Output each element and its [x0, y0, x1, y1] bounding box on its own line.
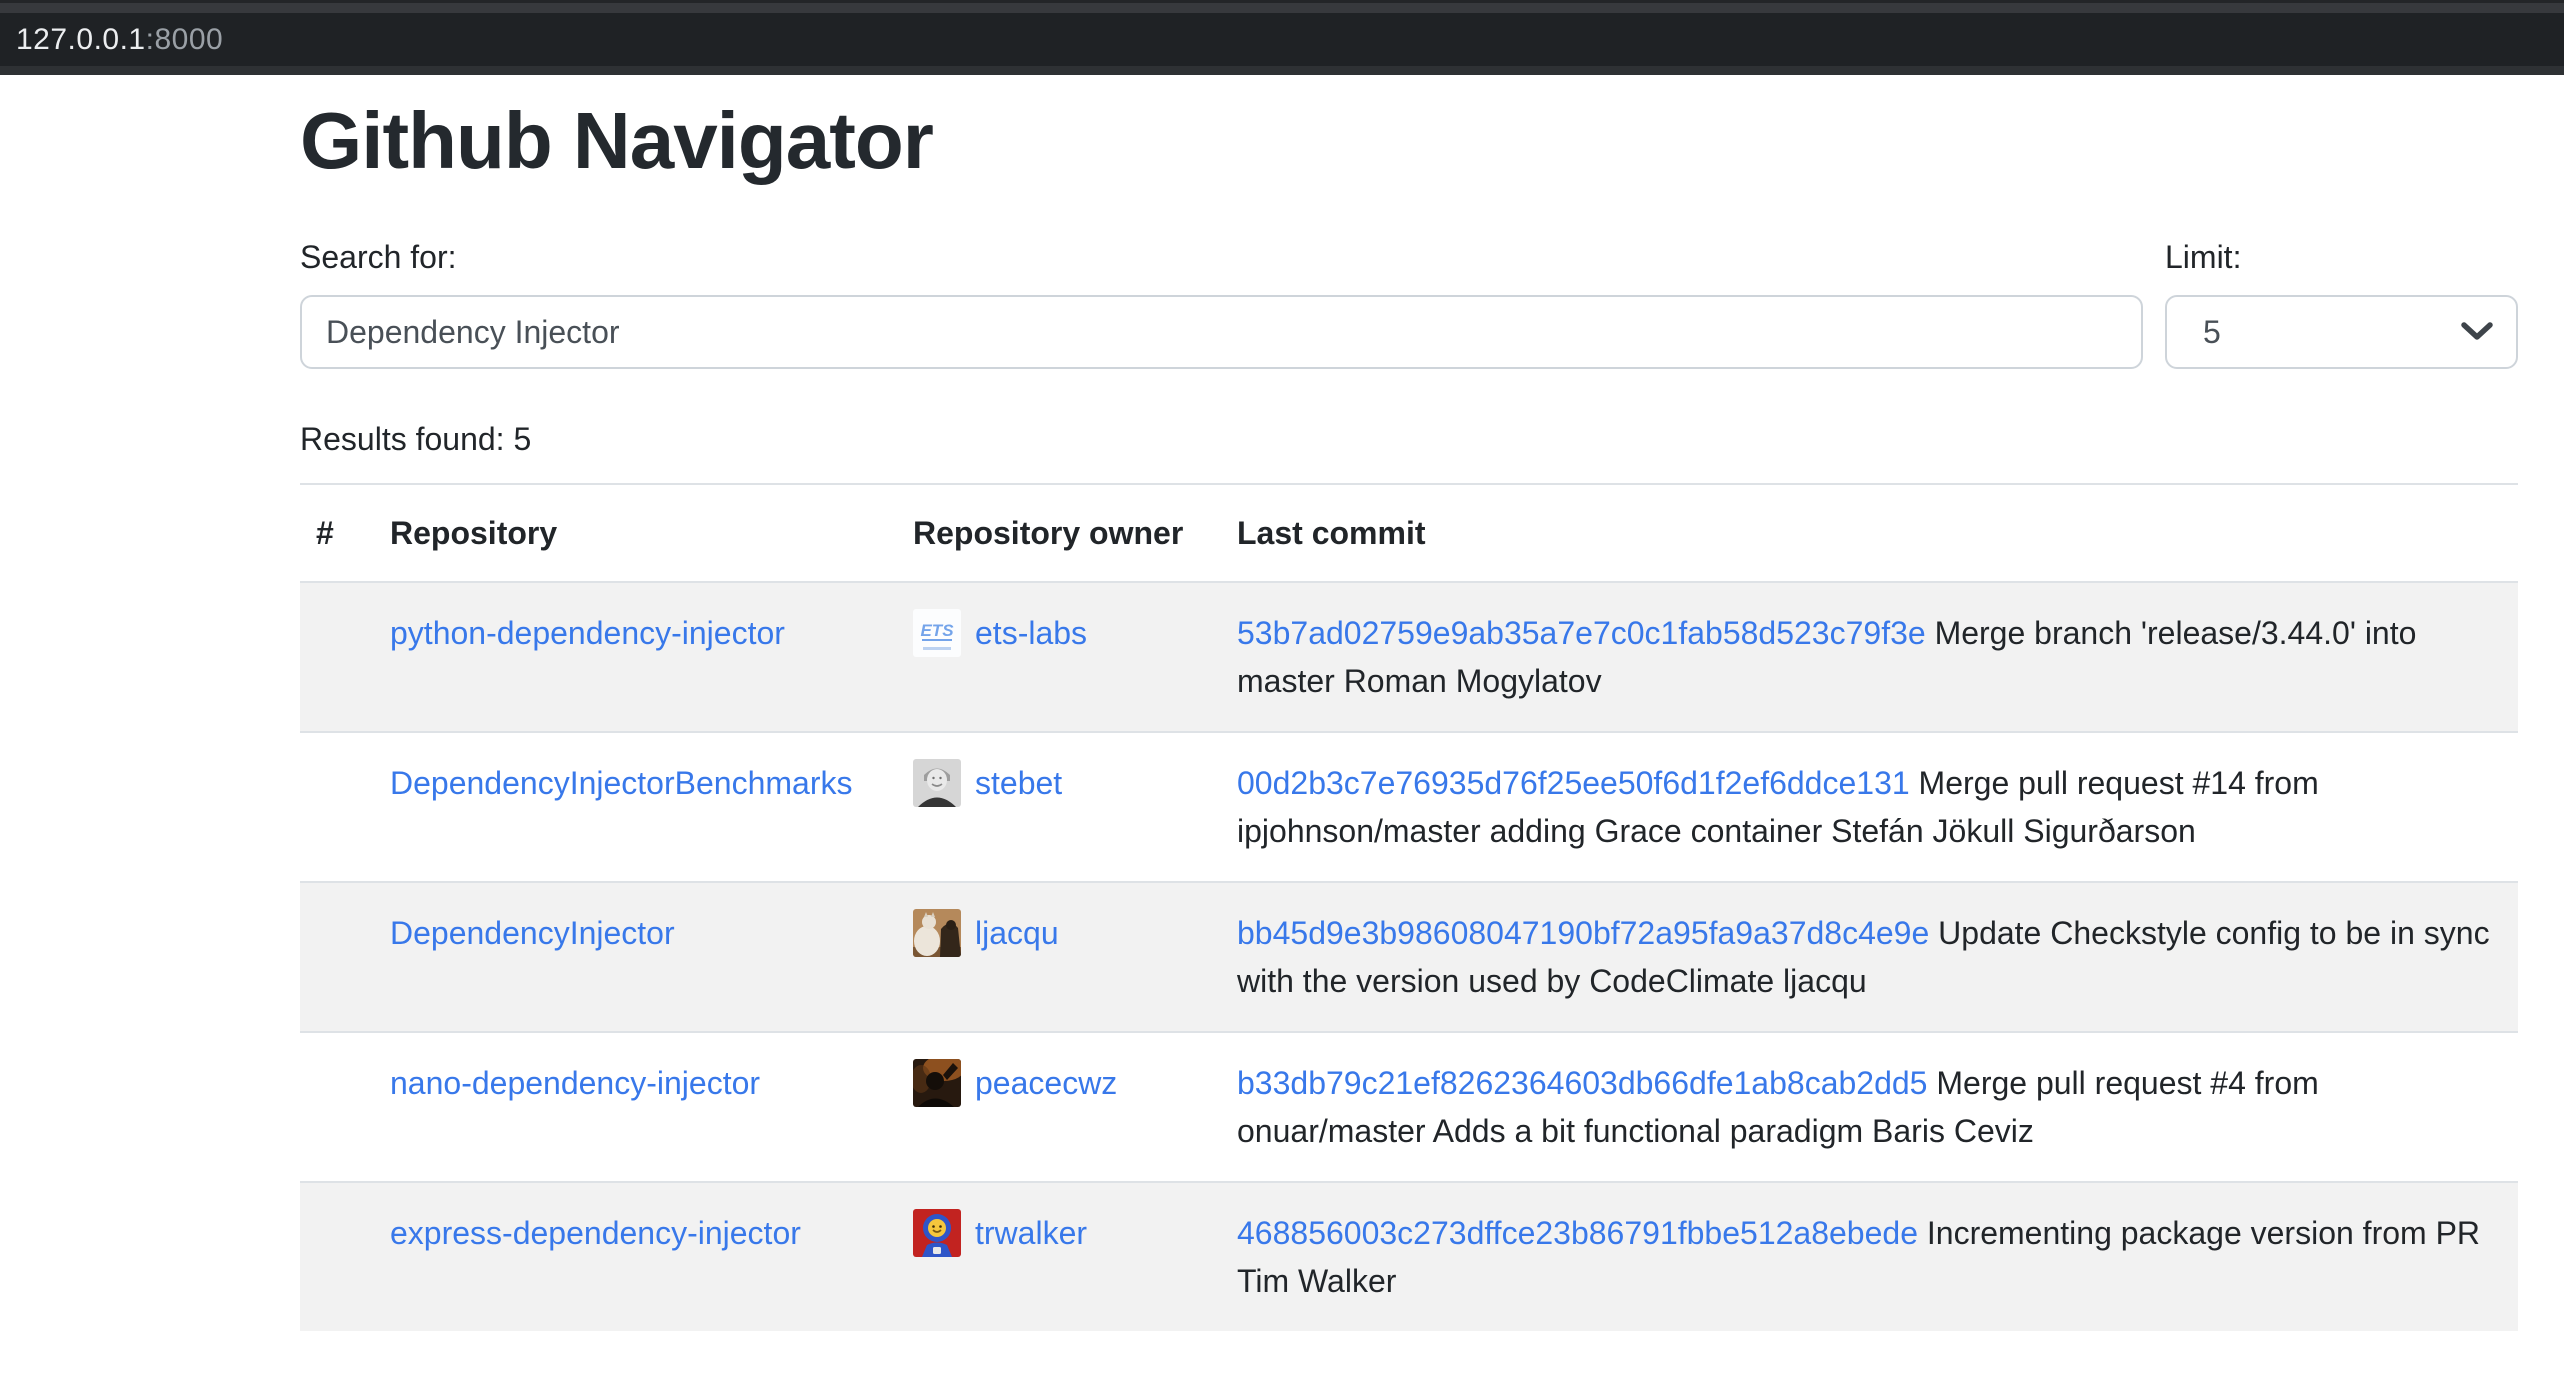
search-input[interactable]: [300, 295, 2143, 369]
ljacqu-cats-photo-avatar: [913, 909, 961, 957]
tab-strip: [0, 3, 2564, 13]
commit-hash-link[interactable]: 00d2b3c7e76935d76f25ee50f6d1f2ef6ddce131: [1237, 765, 1910, 801]
commit-hash-link[interactable]: b33db79c21ef8262364603db66dfe1ab8cab2dd5: [1237, 1065, 1927, 1101]
table-row: DependencyInjectorBenchmarks stebet: [300, 732, 2518, 882]
peacecwz-portrait-avatar: [913, 1059, 961, 1107]
owner-link[interactable]: stebet: [975, 759, 1062, 807]
row-index: [300, 582, 374, 732]
svg-text:ETS: ETS: [920, 621, 954, 640]
repository-link[interactable]: python-dependency-injector: [390, 615, 785, 651]
table-header-row: # Repository Repository owner Last commi…: [300, 484, 2518, 582]
repository-link[interactable]: DependencyInjectorBenchmarks: [390, 765, 852, 801]
page-title: Github Navigator: [300, 93, 2518, 189]
table-row: nano-dependency-injector peacecwz: [300, 1032, 2518, 1182]
search-form: Search for: Limit: 5: [300, 235, 2518, 369]
browser-chrome: 127.0.0.1:8000: [0, 0, 2564, 75]
commit-hash-link[interactable]: 53b7ad02759e9ab35a7e7c0c1fab58d523c79f3e: [1237, 615, 1926, 651]
stebet-portrait-avatar: [913, 759, 961, 807]
trwalker-lego-avatar: [913, 1209, 961, 1257]
row-index: [300, 732, 374, 882]
page-container: Github Navigator Search for: Limit: 5 Re…: [300, 93, 2518, 1331]
row-index: [300, 882, 374, 1032]
commit-hash-link[interactable]: 468856003c273dffce23b86791fbbe512a8ebede: [1237, 1215, 1918, 1251]
limit-select[interactable]: 5: [2165, 295, 2518, 369]
toolbar-divider: [0, 66, 2564, 75]
owner-link[interactable]: ets-labs: [975, 609, 1087, 657]
table-row: DependencyInjector lja: [300, 882, 2518, 1032]
table-row: express-dependency-injector: [300, 1182, 2518, 1331]
limit-label: Limit:: [2165, 235, 2518, 279]
column-header-repository: Repository: [374, 484, 897, 582]
repository-link[interactable]: express-dependency-injector: [390, 1215, 801, 1251]
results-count: Results found: 5: [300, 415, 2518, 463]
repository-link[interactable]: DependencyInjector: [390, 915, 675, 951]
column-header-number: #: [300, 484, 374, 582]
search-field-group: Search for:: [300, 235, 2143, 369]
address-bar[interactable]: 127.0.0.1:8000: [0, 13, 2564, 66]
search-label: Search for:: [300, 235, 2143, 279]
owner-link[interactable]: trwalker: [975, 1209, 1087, 1257]
results-table: # Repository Repository owner Last commi…: [300, 483, 2518, 1331]
commit-hash-link[interactable]: bb45d9e3b98608047190bf72a95fa9a37d8c4e9e: [1237, 915, 1929, 951]
row-index: [300, 1182, 374, 1331]
limit-field-group: Limit: 5: [2165, 235, 2518, 369]
ets-labs-logo-avatar: ETS: [913, 609, 961, 657]
url-host: 127.0.0.1: [16, 23, 146, 57]
column-header-last-commit: Last commit: [1221, 484, 2518, 582]
table-row: python-dependency-injector ETS ets-labs …: [300, 582, 2518, 732]
owner-link[interactable]: peacecwz: [975, 1059, 1117, 1107]
column-header-owner: Repository owner: [897, 484, 1221, 582]
repository-link[interactable]: nano-dependency-injector: [390, 1065, 760, 1101]
row-index: [300, 1032, 374, 1182]
url-port: :8000: [146, 23, 224, 57]
owner-link[interactable]: ljacqu: [975, 909, 1059, 957]
